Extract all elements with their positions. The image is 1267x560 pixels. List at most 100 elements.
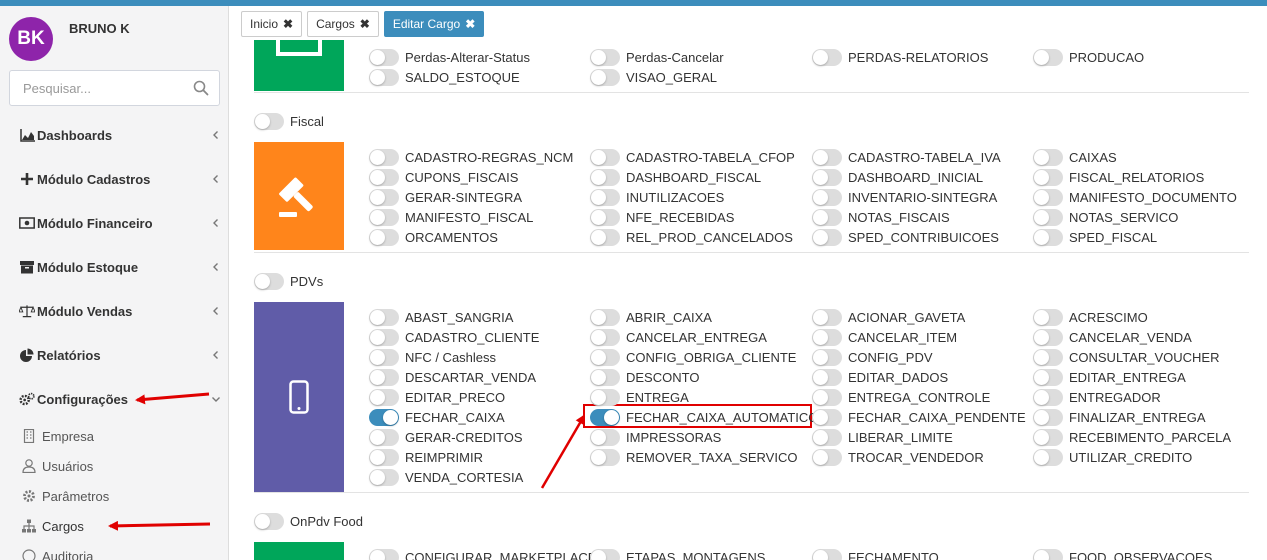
toggle-switch[interactable] bbox=[590, 188, 620, 206]
permission-toggle-item[interactable]: REL_PROD_CANCELADOS bbox=[590, 228, 793, 246]
toggle-switch[interactable] bbox=[1033, 448, 1063, 466]
permission-toggle-item[interactable]: ENTREGA_CONTROLE bbox=[812, 388, 990, 406]
toggle-switch[interactable] bbox=[1033, 148, 1063, 166]
permission-toggle-item[interactable]: ENTREGADOR bbox=[1033, 388, 1161, 406]
tab-inicio[interactable]: Inicio ✖ bbox=[241, 11, 303, 37]
permission-toggle-item[interactable]: EDITAR_ENTREGA bbox=[1033, 368, 1186, 386]
permission-toggle-item[interactable]: REMOVER_TAXA_SERVICO bbox=[590, 448, 797, 466]
toggle-switch[interactable] bbox=[1033, 228, 1063, 246]
toggle-switch[interactable] bbox=[812, 228, 842, 246]
permission-toggle-item[interactable]: RECEBIMENTO_PARCELA bbox=[1033, 428, 1231, 446]
permission-toggle-item[interactable]: SPED_CONTRIBUICOES bbox=[812, 228, 999, 246]
permission-toggle-item[interactable]: CONFIG_OBRIGA_CLIENTE bbox=[590, 348, 796, 366]
toggle-switch[interactable] bbox=[369, 148, 399, 166]
sidebar-subitem-parametros[interactable]: Parâmetros bbox=[0, 483, 228, 509]
toggle-switch[interactable] bbox=[590, 348, 620, 366]
toggle-switch[interactable] bbox=[590, 208, 620, 226]
fiscal-group-toggle[interactable]: Fiscal bbox=[254, 113, 324, 130]
toggle-switch[interactable] bbox=[590, 388, 620, 406]
toggle-switch[interactable] bbox=[369, 208, 399, 226]
permission-toggle-item[interactable]: ETAPAS_MONTAGENS bbox=[590, 548, 765, 560]
permission-toggle-item[interactable]: SPED_FISCAL bbox=[1033, 228, 1157, 246]
permission-toggle-item[interactable]: MANIFESTO_DOCUMENTO bbox=[1033, 188, 1237, 206]
permission-toggle-item[interactable]: CADASTRO-TABELA_IVA bbox=[812, 148, 1001, 166]
toggle-switch[interactable] bbox=[590, 48, 620, 66]
toggle-switch[interactable] bbox=[590, 408, 620, 426]
permission-toggle-item[interactable]: LIBERAR_LIMITE bbox=[812, 428, 953, 446]
permission-toggle-item[interactable]: ENTREGA bbox=[590, 388, 689, 406]
permission-toggle-item[interactable]: IMPRESSORAS bbox=[590, 428, 721, 446]
permission-toggle-item[interactable]: TROCAR_VENDEDOR bbox=[812, 448, 984, 466]
toggle-switch[interactable] bbox=[812, 388, 842, 406]
permission-toggle-item[interactable]: CUPONS_FISCAIS bbox=[369, 168, 518, 186]
permission-toggle-item[interactable]: ABRIR_CAIXA bbox=[590, 308, 712, 326]
permission-toggle-item[interactable]: FINALIZAR_ENTREGA bbox=[1033, 408, 1206, 426]
permission-toggle-item[interactable]: CANCELAR_ENTREGA bbox=[590, 328, 767, 346]
toggle-switch[interactable] bbox=[254, 513, 284, 530]
sidebar-item-configuracoes[interactable]: Configurações bbox=[0, 384, 228, 414]
toggle-switch[interactable] bbox=[369, 468, 399, 486]
sidebar-subitem-empresa[interactable]: Empresa bbox=[0, 423, 228, 449]
toggle-switch[interactable] bbox=[812, 168, 842, 186]
toggle-switch[interactable] bbox=[1033, 408, 1063, 426]
toggle-switch[interactable] bbox=[812, 328, 842, 346]
permission-toggle-item[interactable]: FECHAMENTO bbox=[812, 548, 939, 560]
permission-toggle-item[interactable]: GERAR-CREDITOS bbox=[369, 428, 523, 446]
permission-toggle-item[interactable]: Perdas-Alterar-Status bbox=[369, 48, 530, 66]
toggle-switch[interactable] bbox=[254, 113, 284, 130]
toggle-switch[interactable] bbox=[590, 228, 620, 246]
permission-toggle-item[interactable]: CADASTRO-REGRAS_NCM bbox=[369, 148, 573, 166]
permission-toggle-item[interactable]: INVENTARIO-SINTEGRA bbox=[812, 188, 997, 206]
toggle-switch[interactable] bbox=[590, 168, 620, 186]
toggle-switch[interactable] bbox=[1033, 388, 1063, 406]
permission-toggle-item[interactable]: SALDO_ESTOQUE bbox=[369, 68, 520, 86]
toggle-switch[interactable] bbox=[1033, 368, 1063, 386]
toggle-switch[interactable] bbox=[812, 48, 842, 66]
tab-cargos[interactable]: Cargos ✖ bbox=[307, 11, 379, 37]
permission-toggle-item[interactable]: DESCONTO bbox=[590, 368, 699, 386]
onpdv-group-toggle[interactable]: OnPdv Food bbox=[254, 513, 363, 530]
toggle-switch[interactable] bbox=[590, 548, 620, 560]
toggle-switch[interactable] bbox=[812, 448, 842, 466]
close-icon[interactable]: ✖ bbox=[283, 17, 293, 31]
toggle-switch[interactable] bbox=[1033, 168, 1063, 186]
toggle-switch[interactable] bbox=[369, 328, 399, 346]
sidebar-subitem-auditoria[interactable]: Auditoria bbox=[0, 543, 228, 560]
permission-toggle-item[interactable]: REIMPRIMIR bbox=[369, 448, 483, 466]
toggle-switch[interactable] bbox=[254, 273, 284, 290]
permission-toggle-item[interactable]: VISAO_GERAL bbox=[590, 68, 717, 86]
permission-toggle-item[interactable]: ORCAMENTOS bbox=[369, 228, 498, 246]
toggle-switch[interactable] bbox=[812, 548, 842, 560]
toggle-switch[interactable] bbox=[590, 68, 620, 86]
toggle-switch[interactable] bbox=[812, 148, 842, 166]
toggle-switch[interactable] bbox=[812, 408, 842, 426]
avatar[interactable]: BK bbox=[9, 17, 53, 61]
search-icon[interactable] bbox=[193, 80, 209, 96]
close-icon[interactable]: ✖ bbox=[465, 17, 475, 31]
permission-toggle-item[interactable]: GERAR-SINTEGRA bbox=[369, 188, 522, 206]
tab-editar-cargo[interactable]: Editar Cargo ✖ bbox=[383, 11, 485, 37]
toggle-switch[interactable] bbox=[1033, 328, 1063, 346]
permission-toggle-item[interactable]: FECHAR_CAIXA bbox=[369, 408, 505, 426]
permission-toggle-item[interactable]: FISCAL_RELATORIOS bbox=[1033, 168, 1204, 186]
permission-toggle-item[interactable]: CAIXAS bbox=[1033, 148, 1117, 166]
permission-toggle-item[interactable]: CONSULTAR_VOUCHER bbox=[1033, 348, 1219, 366]
toggle-switch[interactable] bbox=[812, 348, 842, 366]
permission-toggle-item[interactable]: EDITAR_DADOS bbox=[812, 368, 948, 386]
sidebar-item-relatorios[interactable]: Relatórios bbox=[0, 340, 228, 370]
permission-toggle-item[interactable]: NOTAS_FISCAIS bbox=[812, 208, 950, 226]
permission-toggle-item[interactable]: CADASTRO-TABELA_CFOP bbox=[590, 148, 795, 166]
permission-toggle-item[interactable]: CANCELAR_VENDA bbox=[1033, 328, 1192, 346]
toggle-switch[interactable] bbox=[590, 308, 620, 326]
permission-toggle-item[interactable]: ACRESCIMO bbox=[1033, 308, 1148, 326]
toggle-switch[interactable] bbox=[1033, 348, 1063, 366]
permission-toggle-item[interactable]: INUTILIZACOES bbox=[590, 188, 724, 206]
toggle-switch[interactable] bbox=[1033, 188, 1063, 206]
toggle-switch[interactable] bbox=[1033, 48, 1063, 66]
toggle-switch[interactable] bbox=[369, 448, 399, 466]
toggle-switch[interactable] bbox=[590, 448, 620, 466]
permission-toggle-item[interactable]: MANIFESTO_FISCAL bbox=[369, 208, 533, 226]
toggle-switch[interactable] bbox=[590, 368, 620, 386]
permission-toggle-item[interactable]: PERDAS-RELATORIOS bbox=[812, 48, 988, 66]
toggle-switch[interactable] bbox=[369, 168, 399, 186]
